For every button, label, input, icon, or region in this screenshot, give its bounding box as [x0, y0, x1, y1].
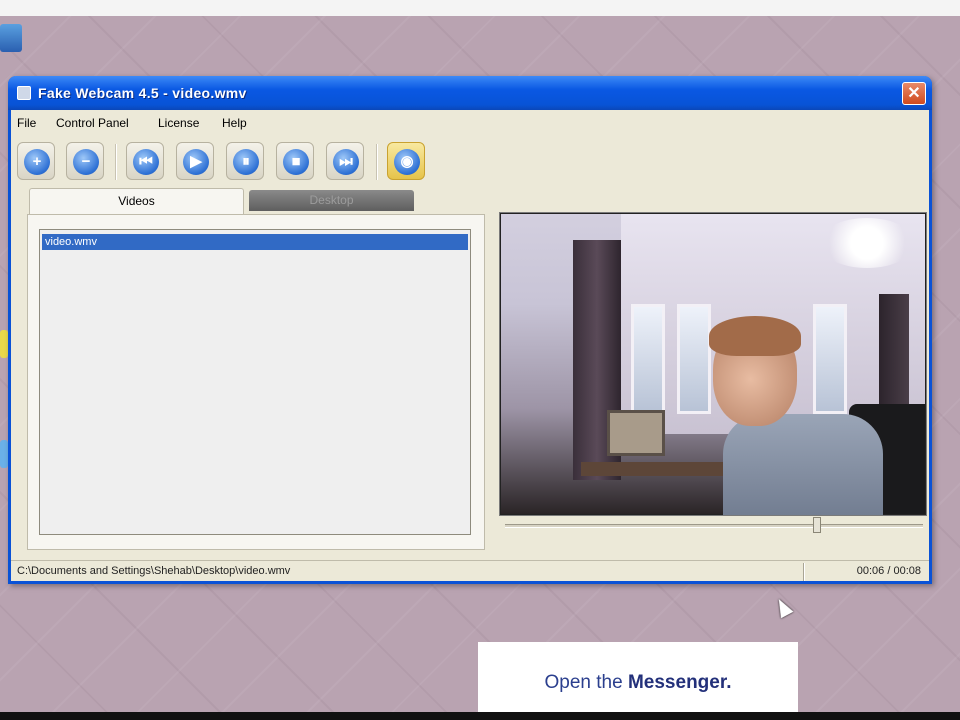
mouse-cursor-icon — [772, 595, 794, 619]
next-button[interactable]: ⏭ — [326, 142, 364, 180]
play-button[interactable]: ▶ — [176, 142, 214, 180]
window-title: Fake Webcam 4.5 - video.wmv — [38, 85, 247, 101]
desktop-shortcut-icon[interactable] — [0, 330, 8, 358]
pause-icon: ⏸ — [233, 149, 259, 175]
close-button[interactable]: ✕ — [902, 82, 926, 105]
videos-panel: video.wmv — [27, 214, 485, 550]
menu-file[interactable]: File — [17, 116, 36, 130]
toolbar: + − ⏮ ▶ ⏸ ■ ⏭ ◉ — [11, 134, 929, 186]
add-button[interactable]: + — [17, 142, 55, 180]
seek-bar[interactable] — [505, 524, 923, 528]
menu-bar: File Control Panel License Help — [11, 112, 929, 134]
minus-icon: − — [73, 149, 99, 175]
menu-help[interactable]: Help — [222, 116, 247, 130]
caption-prefix: Open the — [544, 672, 628, 693]
video-preview — [499, 212, 927, 516]
webcam-button[interactable]: ◉ — [387, 142, 425, 180]
tab-desktop[interactable]: Desktop — [249, 190, 414, 211]
seek-thumb[interactable] — [813, 517, 821, 533]
previous-button[interactable]: ⏮ — [126, 142, 164, 180]
toolbar-separator — [376, 144, 378, 180]
menu-license[interactable]: License — [158, 116, 199, 130]
status-divider — [803, 563, 805, 581]
title-bar[interactable]: Fake Webcam 4.5 - video.wmv ✕ — [8, 76, 932, 110]
list-item[interactable]: video.wmv — [42, 234, 468, 250]
skip-back-icon: ⏮ — [133, 149, 159, 175]
desktop-shortcut-icon[interactable] — [0, 24, 22, 52]
plus-icon: + — [24, 149, 50, 175]
skip-forward-icon: ⏭ — [333, 149, 359, 175]
bottom-strip — [0, 712, 960, 720]
video-list[interactable]: video.wmv — [39, 229, 471, 535]
playback-time: 00:06 / 00:08 — [856, 565, 921, 577]
instruction-caption: Open the Messenger. — [478, 642, 798, 716]
stop-icon: ■ — [283, 149, 309, 175]
toolbar-separator — [115, 144, 117, 180]
status-bar: C:\Documents and Settings\Shehab\Desktop… — [11, 560, 929, 582]
play-icon: ▶ — [183, 149, 209, 175]
remove-button[interactable]: − — [66, 142, 104, 180]
file-path: C:\Documents and Settings\Shehab\Desktop… — [17, 565, 291, 577]
stop-button[interactable]: ■ — [276, 142, 314, 180]
app-window: Fake Webcam 4.5 - video.wmv ✕ File Contr… — [8, 76, 932, 584]
caption-text: Open the Messenger. — [478, 672, 798, 694]
close-icon: ✕ — [907, 85, 921, 102]
caption-highlight: Messenger. — [627, 672, 732, 693]
pause-button[interactable]: ⏸ — [226, 142, 264, 180]
video-frame-image — [501, 214, 925, 515]
webcam-icon: ◉ — [394, 149, 420, 175]
tab-videos[interactable]: Videos — [29, 188, 244, 214]
top-strip — [0, 0, 960, 16]
menu-control-panel[interactable]: Control Panel — [56, 116, 129, 130]
app-icon — [17, 86, 31, 100]
desktop-shortcut-icon[interactable] — [0, 440, 8, 468]
